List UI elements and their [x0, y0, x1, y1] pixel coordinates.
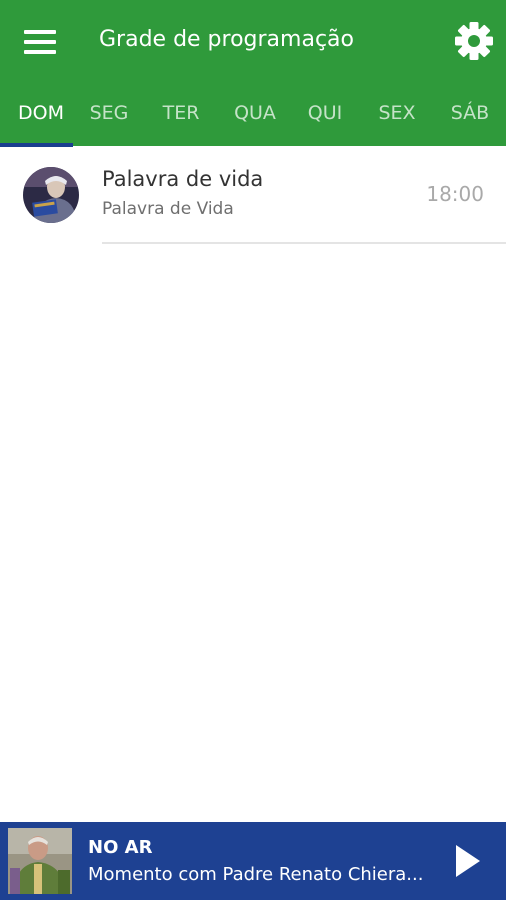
on-air-label: NO AR — [88, 837, 153, 858]
tab-qui[interactable]: QUI — [293, 84, 357, 146]
now-playing-title: Momento com Padre Renato Chiera... — [88, 864, 424, 885]
page-title: Grade de programação — [99, 27, 354, 52]
now-playing-bar[interactable]: NO AR Momento com Padre Renato Chiera... — [0, 822, 506, 900]
toolbar: Grade de programação — [0, 0, 506, 84]
program-avatar — [23, 167, 79, 223]
tab-dom[interactable]: DOM — [0, 84, 82, 146]
now-playing-thumbnail — [8, 828, 72, 894]
schedule-list: Palavra de vida Palavra de Vida 18:00 — [0, 146, 506, 244]
tab-sab[interactable]: SÁB — [438, 84, 502, 146]
tab-sex[interactable]: SEX — [365, 84, 429, 146]
schedule-row[interactable]: Palavra de vida Palavra de Vida 18:00 — [0, 146, 506, 244]
app-bar: Grade de programação DOM SEG TER QUA QUI… — [0, 0, 506, 146]
program-title: Palavra de vida — [102, 167, 264, 191]
play-icon — [456, 845, 480, 877]
menu-button[interactable] — [16, 22, 64, 62]
gear-icon — [455, 22, 493, 60]
tab-ter[interactable]: TER — [149, 84, 213, 146]
settings-button[interactable] — [452, 19, 496, 63]
program-time: 18:00 — [426, 182, 484, 206]
program-subtitle: Palavra de Vida — [102, 199, 234, 219]
row-divider — [102, 242, 506, 244]
tab-qua[interactable]: QUA — [222, 84, 288, 146]
day-tabs: DOM SEG TER QUA QUI SEX SÁB — [0, 84, 506, 146]
play-button[interactable] — [448, 839, 488, 883]
app-screen: Grade de programação DOM SEG TER QUA QUI… — [0, 0, 506, 900]
tab-seg[interactable]: SEG — [77, 84, 141, 146]
